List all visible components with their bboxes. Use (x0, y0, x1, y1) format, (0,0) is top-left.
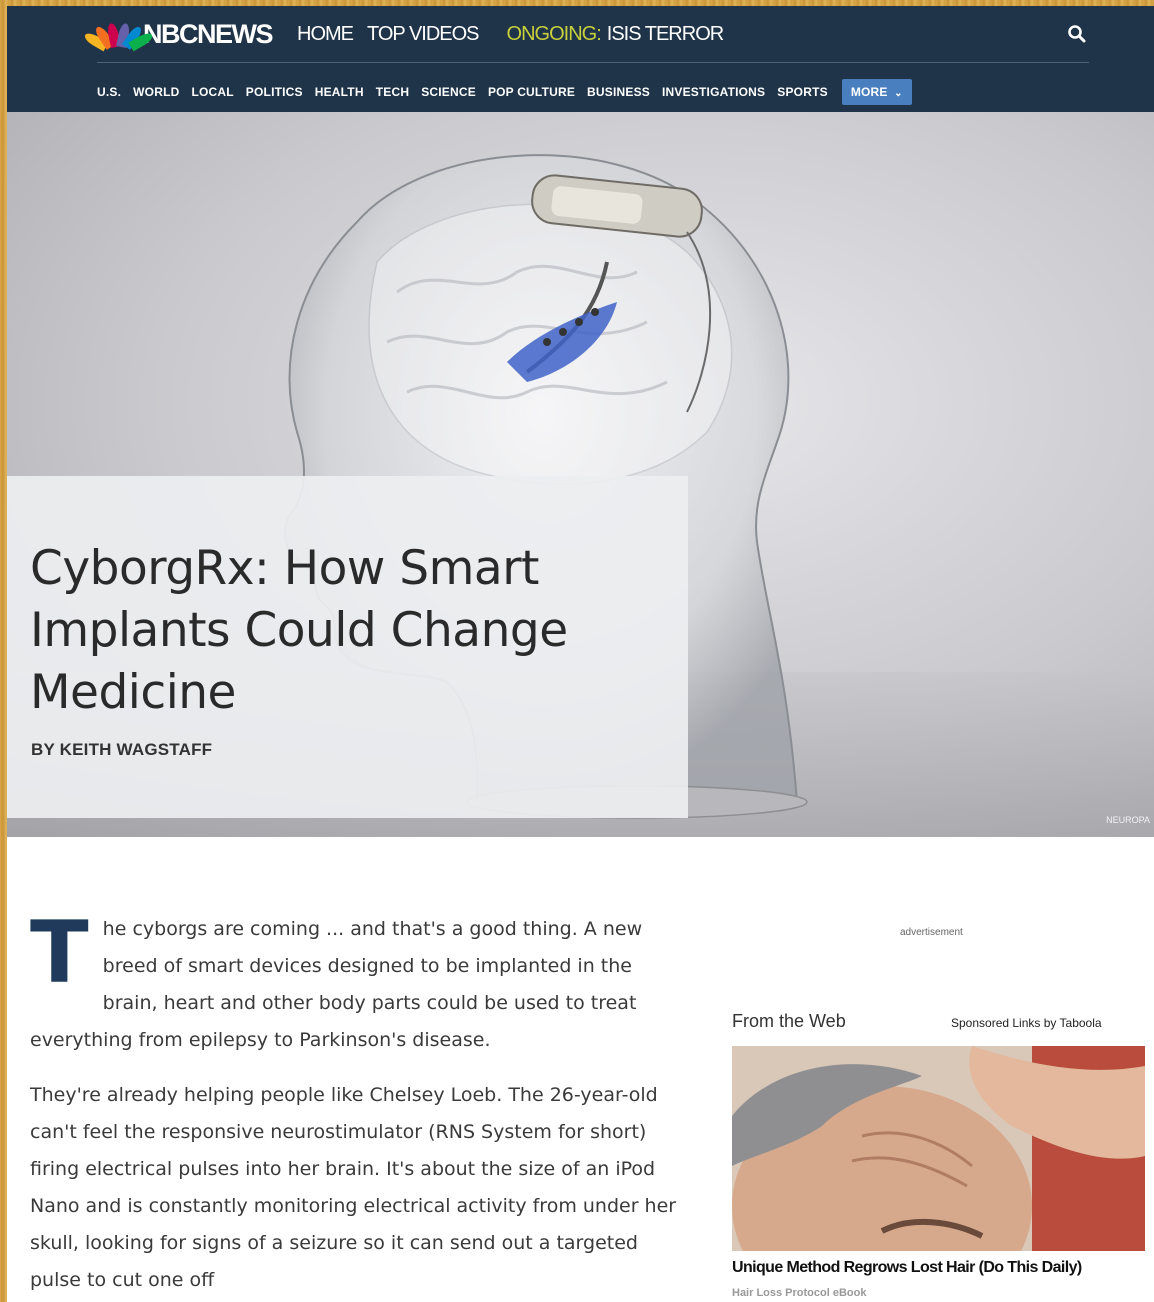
nav-top-videos[interactable]: TOP VIDEOS (367, 23, 480, 46)
subnav-us[interactable]: U.S. (97, 85, 121, 99)
drop-cap: T (30, 903, 89, 1003)
article-body: The cyborgs are coming ... and that's a … (30, 903, 690, 1302)
subnav-health[interactable]: HEALTH (315, 85, 364, 99)
ongoing-label: ONGOING: (506, 23, 602, 45)
sponsored-ad-title[interactable]: Unique Method Regrows Lost Hair (Do This… (732, 1259, 1082, 1277)
subnav-politics[interactable]: POLITICS (246, 85, 303, 99)
subnav-sports[interactable]: SPORTS (777, 85, 828, 99)
photo-credit: NEUROPA (1106, 815, 1150, 825)
paragraph-1-text: he cyborgs are coming ... and that's a g… (30, 918, 643, 1051)
sponsored-ad-image[interactable] (732, 1046, 1145, 1251)
article-headline: CyborgRx: How Smart Implants Could Chang… (30, 541, 568, 720)
peacock-logo-icon (82, 21, 155, 52)
sponsored-links-label[interactable]: Sponsored Links by Taboola (951, 1016, 1102, 1030)
subnav-tech[interactable]: TECH (376, 85, 409, 99)
ad-photo (732, 1046, 1145, 1251)
site-header: NBCNEWS HOME TOP VIDEOS ONGOING: ISIS TE… (7, 6, 1154, 112)
subnav-local[interactable]: LOCAL (191, 85, 233, 99)
subnav-science[interactable]: SCIENCE (421, 85, 476, 99)
top-nav: HOME TOP VIDEOS ONGOING: ISIS TERROR (297, 23, 724, 46)
hero-image: NEUROPA CyborgRx: How Smart Implants Cou… (7, 112, 1154, 837)
subnav-investigations[interactable]: INVESTIGATIONS (662, 85, 765, 99)
article-paragraph-1: The cyborgs are coming ... and that's a … (30, 903, 690, 1059)
chevron-down-icon: ⌄ (894, 88, 903, 99)
logo-text: NBCNEWS (143, 18, 274, 49)
sponsored-ad-source: Hair Loss Protocol eBook (732, 1287, 867, 1299)
site-logo[interactable]: NBCNEWS (82, 16, 274, 52)
from-the-web-heading: From the Web (732, 1011, 846, 1031)
subnav-business[interactable]: BUSINESS (587, 85, 650, 99)
article-byline[interactable]: BY KEITH WAGSTAFF (31, 740, 212, 760)
headline-panel: CyborgRx: How Smart Implants Could Chang… (7, 476, 688, 818)
nav-home[interactable]: HOME (297, 23, 354, 46)
subnav-world[interactable]: WORLD (133, 85, 179, 99)
article-paragraph-2: They're already helping people like Chel… (30, 1084, 677, 1291)
page-frame: NBCNEWS HOME TOP VIDEOS ONGOING: ISIS TE… (7, 6, 1154, 1302)
search-icon[interactable] (1067, 24, 1087, 44)
more-button[interactable]: MORE ⌄ (841, 79, 912, 105)
header-divider (97, 62, 1089, 63)
more-label: MORE (850, 85, 888, 99)
subnav-pop-culture[interactable]: POP CULTURE (488, 85, 575, 99)
ongoing-topic-link[interactable]: ISIS TERROR (607, 23, 724, 46)
advertisement-label: advertisement (900, 927, 963, 938)
section-nav: U.S. WORLD LOCAL POLITICS HEALTH TECH SC… (97, 79, 912, 105)
